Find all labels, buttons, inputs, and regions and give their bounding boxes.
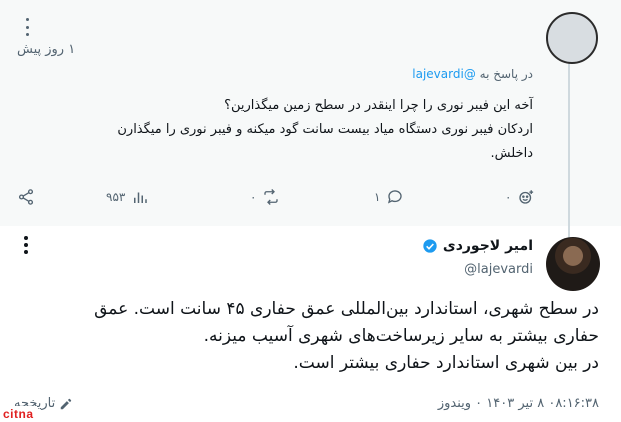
retweet-button[interactable]: ۰ [250, 185, 280, 209]
thread-connector-line [568, 62, 570, 240]
views-icon [134, 192, 148, 203]
tweet-text: در سطح شهری، استاندارد بین‌المللی عمق حف… [9, 296, 599, 377]
pencil-icon [60, 398, 72, 409]
reply-count: ۱ [374, 190, 381, 204]
tweet-more-options-icon[interactable] [19, 236, 33, 254]
reply-line: داخلش. [490, 146, 533, 161]
author-handle[interactable]: @lajevardi [464, 262, 533, 277]
tweet-line: در سطح شهری، استاندارد بین‌المللی عمق حف… [94, 299, 599, 319]
reply-more-options-icon[interactable] [20, 18, 34, 36]
retweet-count: ۰ [250, 190, 257, 204]
comment-icon [388, 190, 403, 204]
like-count: ۰ [505, 190, 512, 204]
tweet-line: در بین شهری استاندارد حفاری بیشتر است. [293, 353, 599, 373]
author-name: امیر لاجوردی [442, 238, 533, 254]
reply-line: آخه این فیبر نوری را چرا اینقدر در سطح ز… [224, 98, 533, 113]
reply-text: آخه این فیبر نوری را چرا اینقدر در سطح ز… [33, 94, 533, 166]
views-count: ۹۵۳ [106, 190, 126, 204]
tweet-timestamp: ۰۸:۱۶:۳۸ ۸ تیر ۱۴۰۳ ۰ ویندوز [437, 396, 599, 411]
reply-card[interactable]: ۱ روز پیش در پاسخ به @lajevardi آخه این … [0, 0, 621, 226]
views-button[interactable]: ۹۵۳ [106, 185, 149, 209]
reply-time-ago: ۱ روز پیش [17, 42, 76, 57]
author-avatar[interactable] [546, 237, 600, 291]
verified-badge-icon [423, 239, 437, 253]
author-name-row[interactable]: امیر لاجوردی [422, 238, 533, 254]
reply-line: اردکان فیبر نوری دستگاه میاد بیست سانت گ… [117, 122, 533, 137]
share-button[interactable] [17, 185, 35, 209]
reply-button[interactable]: ۱ [374, 185, 404, 209]
share-icon [18, 189, 34, 205]
replying-to-prefix: در پاسخ به [479, 67, 533, 81]
tweet-line: حفاری بیشتر به سایر زیرساخت‌های شهری آسی… [203, 326, 599, 346]
reply-author-avatar[interactable] [546, 12, 598, 64]
like-button[interactable]: ۰ [505, 185, 535, 209]
reply-action-bar: ۹۵۳ ۰ ۱ ۰ [0, 185, 621, 209]
retweet-icon [264, 189, 279, 205]
reaction-icon [519, 190, 534, 204]
replying-to: در پاسخ به @lajevardi [412, 67, 533, 81]
replying-to-handle[interactable]: @lajevardi [412, 67, 476, 81]
citna-logo: citna [0, 406, 37, 422]
